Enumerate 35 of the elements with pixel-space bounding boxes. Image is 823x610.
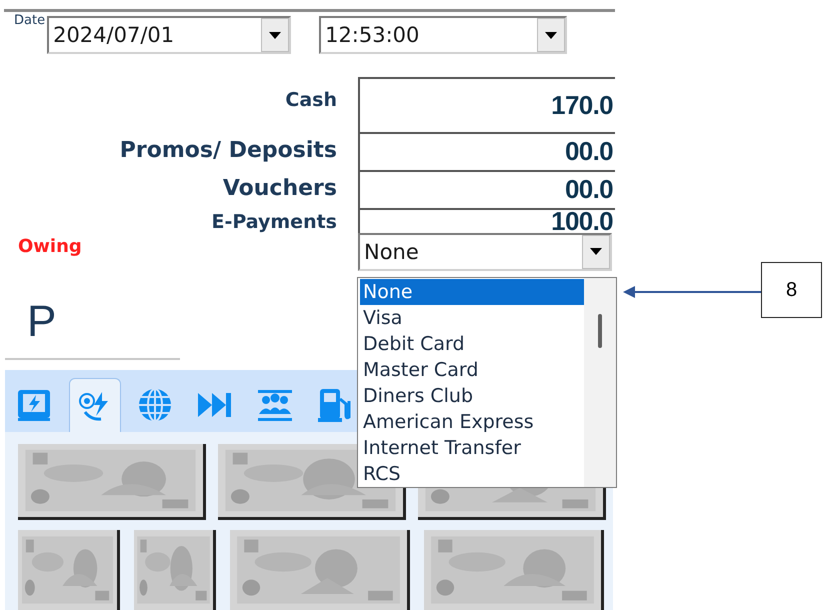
time-field[interactable]: 12:53:00 [319, 16, 568, 54]
dropdown-option[interactable]: Internet Transfer [360, 435, 584, 461]
amount-field[interactable]: 00.0 [358, 170, 615, 208]
owing-dropdown[interactable]: None [358, 232, 612, 271]
amount-label: Cash [284, 88, 338, 113]
amount-value: 00.0 [564, 173, 614, 206]
dropdown-option[interactable]: RCS [360, 461, 584, 487]
amount-value: 100.0 [551, 210, 614, 233]
amount-value: 00.0 [564, 135, 614, 168]
dropdown-option[interactable]: Diners Club [360, 383, 584, 409]
amount-field[interactable]: 00.0 [358, 132, 615, 170]
amount-value: 170.0 [551, 88, 614, 122]
field-value: 2024/07/01 [52, 22, 176, 50]
scrollbar[interactable] [584, 278, 616, 487]
date-label: Date [14, 14, 46, 28]
owing-label: Owing [17, 234, 83, 259]
heading: P [27, 296, 58, 348]
dropdown-caret-icon[interactable] [582, 234, 610, 269]
amount-label: Promos/ Deposits [118, 136, 338, 165]
amount-label: E-Payments [210, 210, 338, 233]
dropdown-option[interactable]: Debit Card [360, 331, 584, 357]
callout-label: 8 [786, 278, 798, 303]
dropdown-option[interactable]: Visa [360, 305, 584, 331]
dropdown-option[interactable]: American Express [360, 409, 584, 435]
amount-field[interactable]: 100.0 [358, 208, 615, 233]
dropdown-option[interactable]: Master Card [360, 357, 584, 383]
field-value: 12:53:00 [324, 22, 420, 50]
date-field[interactable]: 2024/07/01 [47, 16, 292, 54]
dropdown-caret-icon[interactable] [537, 18, 566, 52]
amount-field[interactable]: 170.0 [358, 76, 615, 132]
dropdown-option[interactable]: None [360, 279, 584, 305]
amount-label: Vouchers [222, 174, 338, 203]
tab[interactable] [69, 378, 121, 432]
field-value: None [363, 238, 420, 266]
dropdown-caret-icon[interactable] [261, 18, 290, 52]
